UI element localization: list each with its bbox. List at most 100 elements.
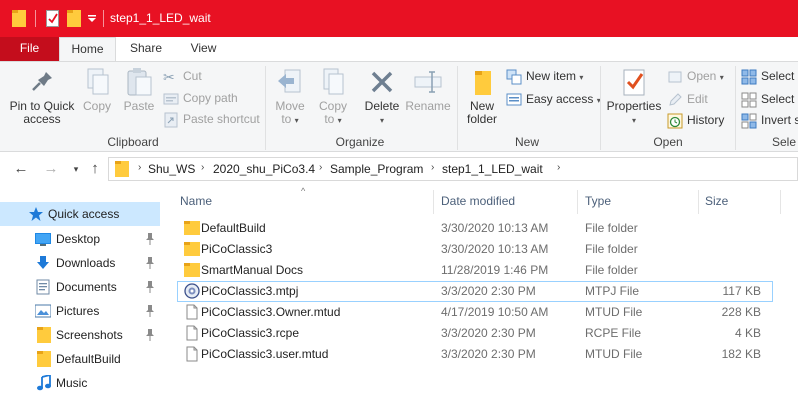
paste-button[interactable]: Paste xyxy=(119,66,159,113)
file-date: 3/3/2020 2:30 PM xyxy=(441,284,536,298)
copy-button[interactable]: Copy xyxy=(80,66,114,113)
open-icon xyxy=(668,71,682,83)
download-icon xyxy=(37,256,49,269)
file-name: PiCoClassic3.rcpe xyxy=(201,326,300,340)
toolbar-separator xyxy=(103,10,104,27)
paste-shortcut-label: Paste shortcut xyxy=(183,112,260,126)
breadcrumb-sample-program[interactable]: Sample_Program xyxy=(330,162,423,176)
column-divider[interactable] xyxy=(433,190,434,214)
select-none-icon xyxy=(741,92,757,108)
chevron-right-icon[interactable]: › xyxy=(319,162,322,173)
up-arrow-icon[interactable]: ↑ xyxy=(86,160,104,178)
sidebar-item-downloads[interactable]: Downloads xyxy=(0,251,160,275)
chevron-right-icon[interactable]: › xyxy=(431,162,434,173)
sidebar-item-pictures[interactable]: Pictures xyxy=(0,299,160,323)
new-folder-icon[interactable] xyxy=(67,10,81,27)
file-row-picoclassic3-mtpj[interactable]: PiCoClassic3.mtpj 3/3/2020 2:30 PM MTPJ … xyxy=(177,281,773,302)
new-folder-label-2: folder xyxy=(466,112,498,126)
file-name: PiCoClassic3.user.mtud xyxy=(201,347,329,361)
folder-icon xyxy=(37,327,51,343)
file-row-picoclassic3[interactable]: PiCoClassic3 3/30/2020 10:13 AM File fol… xyxy=(177,239,773,260)
group-separator xyxy=(600,66,601,150)
copy-path-button[interactable]: Copy path xyxy=(163,88,238,108)
sidebar-item-screenshots[interactable]: Screenshots xyxy=(0,323,160,347)
properties-icon xyxy=(623,69,645,96)
breadcrumb-shu-ws[interactable]: Shu_WS xyxy=(148,162,195,176)
organize-group-label: Organize xyxy=(335,135,385,149)
new-folder-label: New xyxy=(469,99,494,113)
tab-share[interactable]: Share xyxy=(116,37,176,61)
history-button[interactable]: History xyxy=(667,110,724,130)
cut-button[interactable]: ✂ Cut xyxy=(163,66,202,86)
chevron-right-icon[interactable]: › xyxy=(201,162,204,173)
forward-arrow-icon[interactable]: → xyxy=(42,160,60,178)
pictures-icon xyxy=(35,304,51,318)
select-none-button[interactable]: Select n xyxy=(741,89,798,109)
file-row-smartmanual-docs[interactable]: SmartManual Docs 11/28/2019 1:46 PM File… xyxy=(177,260,773,281)
group-separator xyxy=(457,66,458,150)
column-header-date[interactable]: Date modified xyxy=(441,191,515,215)
file-row-defaultbuild[interactable]: DefaultBuild 3/30/2020 10:13 AM File fol… xyxy=(177,218,773,239)
properties-check-icon[interactable] xyxy=(46,10,59,27)
chevron-right-icon[interactable]: › xyxy=(138,162,141,173)
pin-to-quick-access-button[interactable]: Pin to Quick access xyxy=(6,66,78,126)
copy-to-button[interactable]: Copy to ▾ xyxy=(314,66,352,127)
column-header-name[interactable]: Name xyxy=(180,191,212,215)
select-all-button[interactable]: Select a xyxy=(741,66,798,86)
sidebar-item-music[interactable]: Music xyxy=(0,371,160,393)
tab-home[interactable]: Home xyxy=(59,37,116,62)
rename-button[interactable]: Rename xyxy=(405,66,451,113)
file-icon xyxy=(186,346,198,362)
customize-quick-access-icon[interactable] xyxy=(87,15,97,23)
column-divider[interactable] xyxy=(780,190,781,214)
column-header-type[interactable]: Type xyxy=(585,191,611,215)
move-to-button[interactable]: Move to ▾ xyxy=(271,66,309,127)
properties-button[interactable]: Properties ▾ xyxy=(606,66,662,127)
file-name: PiCoClassic3.Owner.mtud xyxy=(201,305,341,319)
file-size: 117 KB xyxy=(722,284,761,298)
column-divider[interactable] xyxy=(577,190,578,214)
new-folder-button[interactable]: New folder xyxy=(462,66,502,126)
breadcrumb-step1-1-led-wait[interactable]: step1_1_LED_wait xyxy=(442,162,543,176)
easy-access-label: Easy access xyxy=(526,92,594,106)
sidebar-item-desktop[interactable]: Desktop xyxy=(0,227,160,251)
recent-locations-icon[interactable]: ▾ xyxy=(67,160,85,178)
new-item-button[interactable]: New item ▾ xyxy=(506,66,583,86)
file-row-user-mtud[interactable]: PiCoClassic3.user.mtud 3/3/2020 2:30 PM … xyxy=(177,344,773,365)
column-divider[interactable] xyxy=(698,190,699,214)
back-arrow-icon[interactable]: ← xyxy=(12,160,30,178)
open-button[interactable]: Open ▾ xyxy=(667,66,724,86)
invert-selection-icon xyxy=(741,113,757,129)
paste-icon xyxy=(127,68,152,96)
rename-label: Rename xyxy=(405,99,451,113)
breadcrumb-2020-shu-pico[interactable]: 2020_shu_PiCo3.4 xyxy=(213,162,315,176)
tab-view[interactable]: View xyxy=(176,37,231,61)
sidebar-item-documents[interactable]: Documents xyxy=(0,275,160,299)
sidebar-item-defaultbuild[interactable]: DefaultBuild xyxy=(0,347,160,371)
edit-button[interactable]: Edit xyxy=(667,89,708,109)
easy-access-button[interactable]: Easy access ▾ xyxy=(506,89,601,109)
copy-path-icon xyxy=(163,93,179,105)
column-header-size[interactable]: Size xyxy=(705,191,728,215)
chevron-right-icon[interactable]: › xyxy=(557,162,560,173)
file-row-rcpe[interactable]: PiCoClassic3.rcpe 3/3/2020 2:30 PM RCPE … xyxy=(177,323,773,344)
pin-icon xyxy=(146,329,154,341)
paste-shortcut-button[interactable]: Paste shortcut xyxy=(163,109,260,129)
sidebar-item-quick-access[interactable]: Quick access xyxy=(0,202,160,226)
new-item-icon xyxy=(506,69,522,85)
file-row-owner-mtud[interactable]: PiCoClassic3.Owner.mtud 4/17/2019 10:50 … xyxy=(177,302,773,323)
folder-icon xyxy=(184,242,200,256)
address-bar[interactable]: › Shu_WS › 2020_shu_PiCo3.4 › Sample_Pro… xyxy=(108,157,798,181)
delete-button[interactable]: Delete ▾ xyxy=(361,66,403,127)
history-icon xyxy=(667,113,683,129)
tab-file[interactable]: File xyxy=(0,37,59,61)
file-name: PiCoClassic3.mtpj xyxy=(201,284,299,298)
copy-to-label-2: to xyxy=(324,112,335,126)
column-header-label: Size xyxy=(705,194,729,208)
invert-selection-button[interactable]: Invert s xyxy=(741,110,798,130)
file-type: RCPE File xyxy=(585,326,642,340)
file-name: DefaultBuild xyxy=(201,221,266,235)
scissors-icon: ✂ xyxy=(163,68,175,85)
file-type: File folder xyxy=(585,221,638,235)
pin-icon xyxy=(32,72,52,91)
